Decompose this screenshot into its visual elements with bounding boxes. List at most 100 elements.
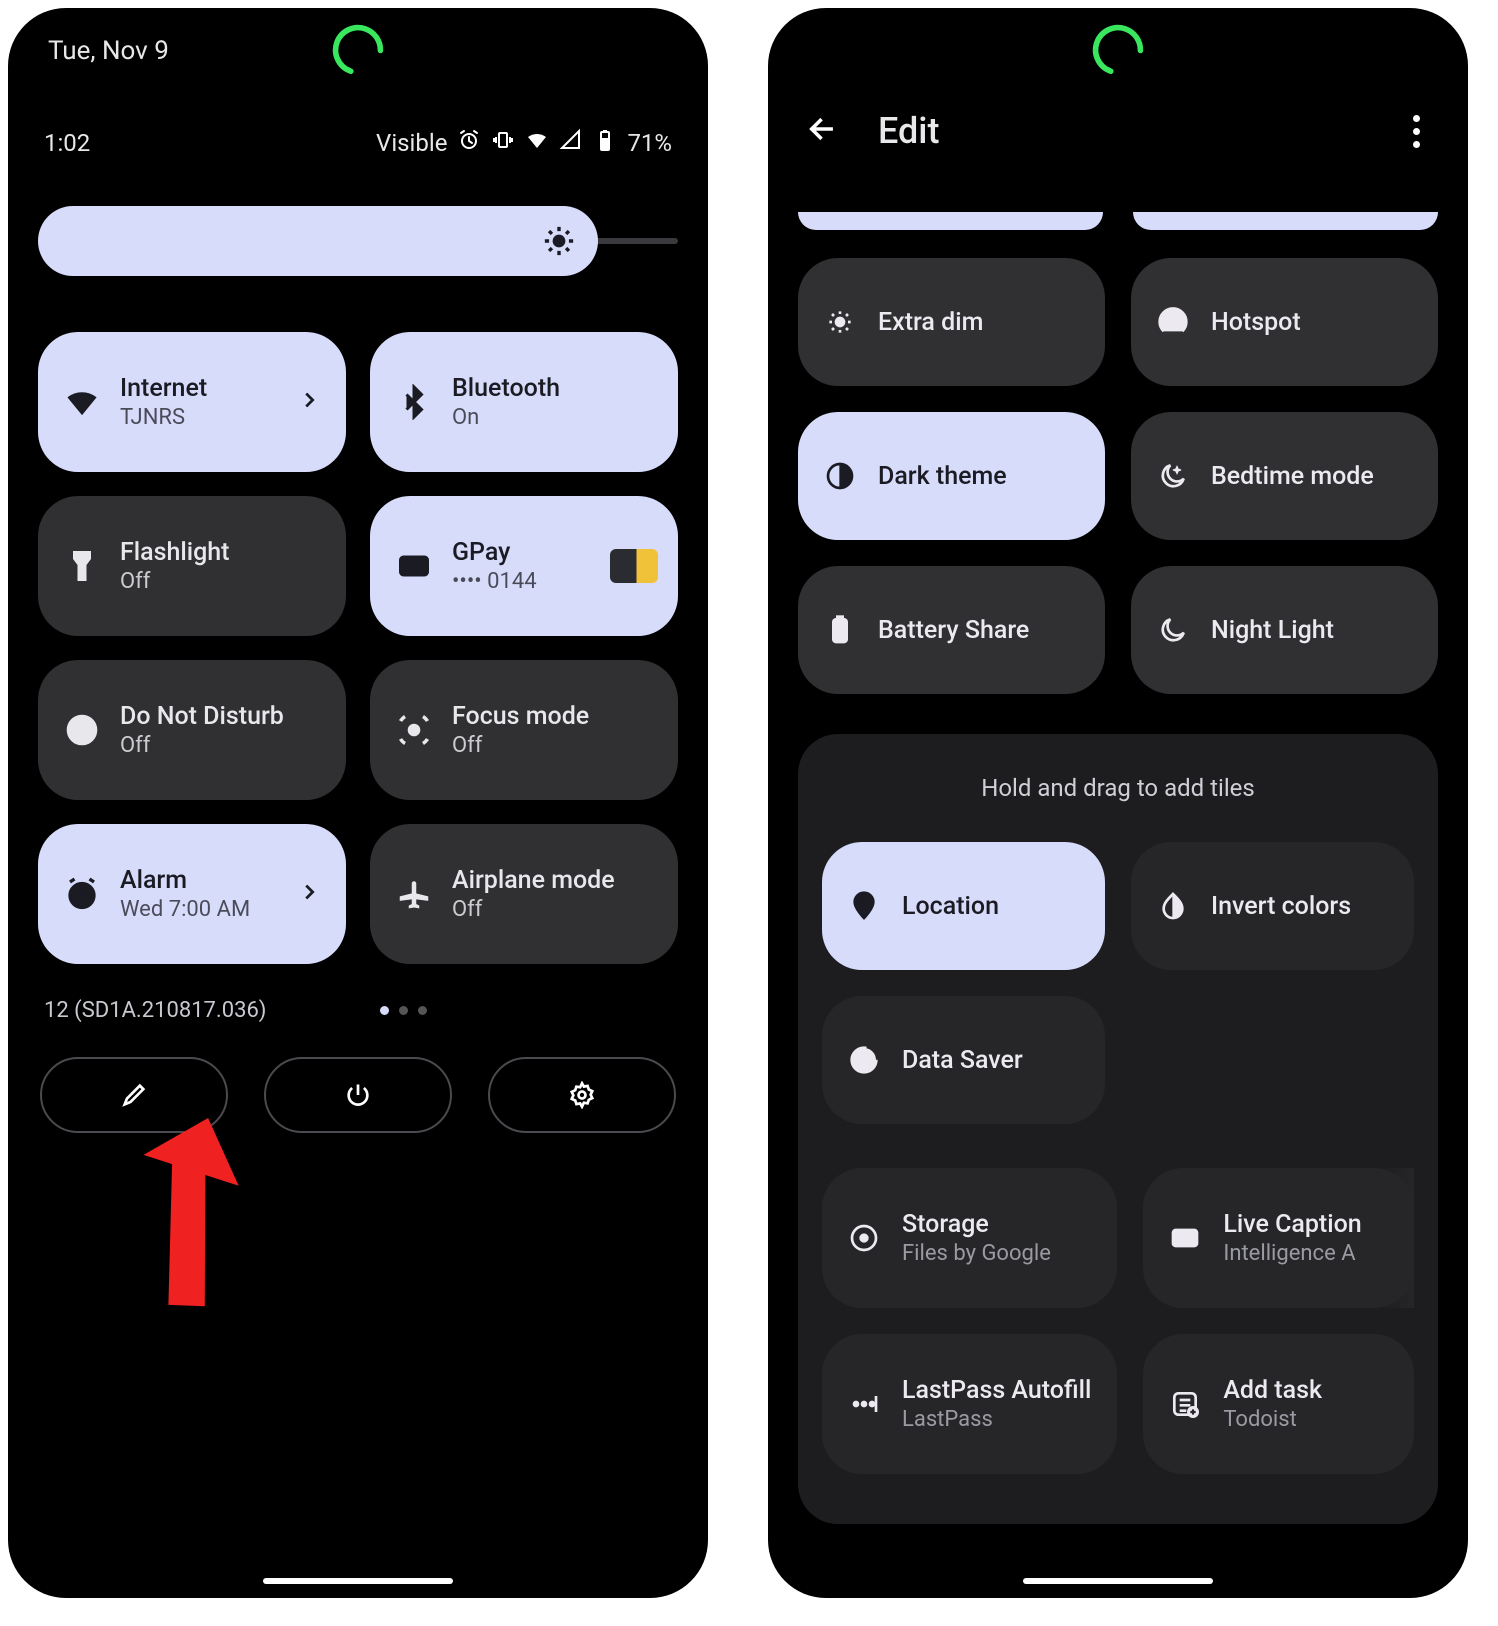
tile-title: Live Caption [1223,1210,1361,1239]
bluetooth-icon [396,384,432,420]
alarm-status-icon [457,128,481,158]
tile-subtitle: Off [452,733,589,758]
dark-theme-icon [824,460,856,492]
battery-share-icon [824,614,856,646]
tile-label: Bedtime mode [1211,462,1374,491]
tile-gpay[interactable]: GPay •••• 0144 [370,496,678,636]
focus-icon [396,712,432,748]
flashlight-icon [64,548,100,584]
tile-battery-share[interactable]: Battery Share [798,566,1105,694]
tile-label: Hotspot [1211,308,1301,337]
wifi-status-icon [525,128,549,158]
tile-dnd[interactable]: Do Not Disturb Off [38,660,346,800]
tile-title: Bluetooth [452,374,560,403]
overflow-menu-button[interactable] [1403,111,1430,152]
hotspot-icon [1157,306,1189,338]
tile-dark-theme[interactable]: Dark theme [798,412,1105,540]
tile-night-light[interactable]: Night Light [1131,566,1438,694]
tile-title: Add task [1223,1376,1322,1405]
edit-tiles-button[interactable] [40,1057,228,1133]
tile-subtitle: Off [452,897,615,922]
add-tiles-section: Hold and drag to add tiles Location Inve… [798,734,1438,1524]
tile-stub[interactable] [1133,212,1438,230]
gesture-handle[interactable] [263,1578,453,1584]
tile-label: Location [902,892,999,921]
tile-title: Alarm [120,866,250,895]
tile-subtitle: LastPass [902,1407,1091,1432]
tile-invert-colors[interactable]: Invert colors [1131,842,1414,970]
tile-subtitle: TJNRS [120,405,207,430]
comparison-stage: Tue, Nov 9 1:02 Visible 71% [0,0,1498,1606]
dim-icon [824,306,856,338]
tile-label: Battery Share [878,616,1029,645]
tile-bluetooth[interactable]: Bluetooth On [370,332,678,472]
tile-subtitle: Wed 7:00 AM [120,897,250,922]
qs-tile-grid: Internet TJNRS Bluetooth On Flashlight O… [38,332,678,964]
power-button[interactable] [264,1057,452,1133]
carrier-label: Visible [376,129,447,157]
tile-lastpass[interactable]: LastPass Autofill LastPass [822,1334,1117,1474]
tile-subtitle: On [452,405,560,430]
settings-button[interactable] [488,1057,676,1133]
card-art-icon [610,549,658,583]
tile-subtitle: •••• 0144 [452,569,537,594]
airplane-icon [396,876,432,912]
loading-spinner-icon [1090,22,1146,78]
loading-spinner-icon [330,22,386,78]
tile-stub[interactable] [798,212,1103,230]
tile-location[interactable]: Location [822,842,1105,970]
chevron-right-icon [298,389,320,415]
tile-alarm[interactable]: Alarm Wed 7:00 AM [38,824,346,964]
tile-subtitle: Intelligence A [1223,1241,1361,1266]
status-time: 1:02 [44,129,90,157]
tile-title: GPay [452,538,537,567]
night-light-icon [1157,614,1189,646]
tile-bedtime[interactable]: Bedtime mode [1131,412,1438,540]
qs-bottom-buttons [38,1057,678,1133]
page-indicator [380,1006,427,1015]
card-icon [396,548,432,584]
tile-focus-mode[interactable]: Focus mode Off [370,660,678,800]
tile-extra-dim[interactable]: Extra dim [798,258,1105,386]
tile-storage[interactable]: Storage Files by Google [822,1168,1117,1308]
brightness-icon [542,224,576,258]
signal-status-icon [559,128,583,158]
tile-hotspot[interactable]: Hotspot [1131,258,1438,386]
tile-title: Do Not Disturb [120,702,284,731]
active-tile-grid: Extra dim Hotspot Dark theme Bedtime mod… [798,258,1438,694]
tile-subtitle: Todoist [1223,1407,1322,1432]
alarm-icon [64,876,100,912]
tile-subtitle: Off [120,733,284,758]
available-app-tiles: Storage Files by Google Live Caption Int… [822,1168,1414,1474]
battery-percent: 71% [627,129,672,157]
tile-internet[interactable]: Internet TJNRS [38,332,346,472]
annotation-arrow-icon [118,1118,268,1308]
back-button[interactable] [806,112,840,150]
tile-title: Internet [120,374,207,403]
tile-label: Data Saver [902,1046,1023,1075]
build-row: 12 (SD1A.210817.036) [38,998,678,1023]
tile-add-task[interactable]: Add task Todoist [1143,1334,1414,1474]
brightness-slider[interactable] [38,206,678,276]
gesture-handle[interactable] [1023,1578,1213,1584]
tile-live-caption[interactable]: Live Caption Intelligence A [1143,1168,1414,1308]
tile-flashlight[interactable]: Flashlight Off [38,496,346,636]
data-saver-icon [848,1044,880,1076]
tile-title: Flashlight [120,538,230,567]
status-icons: Visible 71% [376,128,672,158]
tile-label: Extra dim [878,308,983,337]
tile-title: LastPass Autofill [902,1376,1091,1405]
edit-header: Edit [798,110,1438,152]
dnd-icon [64,712,100,748]
phone-quick-settings: Tue, Nov 9 1:02 Visible 71% [8,8,708,1598]
tile-label: Night Light [1211,616,1334,645]
bedtime-icon [1157,460,1189,492]
tile-airplane[interactable]: Airplane mode Off [370,824,678,964]
add-tiles-hint: Hold and drag to add tiles [822,774,1414,802]
tile-label: Dark theme [878,462,1007,491]
tile-title: Storage [902,1210,1051,1239]
build-number: 12 (SD1A.210817.036) [44,998,266,1023]
phone-edit-tiles: Edit Extra dim Hotspot Dark theme Bedtim [768,8,1468,1598]
tile-data-saver[interactable]: Data Saver [822,996,1105,1124]
status-bar: 1:02 Visible 71% [38,128,678,158]
